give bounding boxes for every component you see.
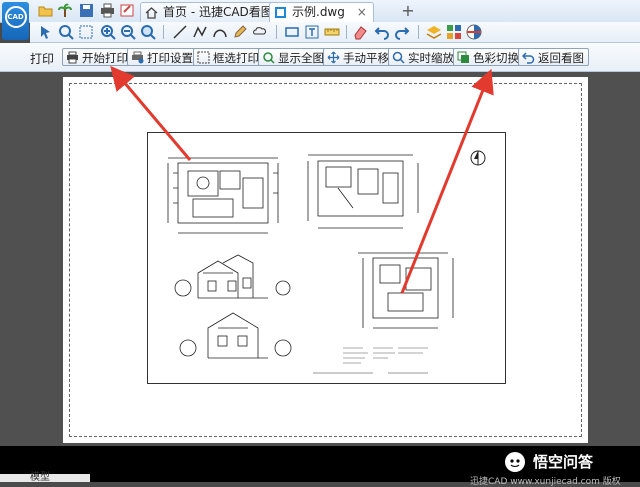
print-settings-label: 打印设置 [147,51,193,65]
building-elevation-2 [179,312,292,359]
text-tool-icon[interactable] [304,24,320,40]
return-to-view-button[interactable]: 返回看图 [518,48,589,66]
return-to-view-label: 返回看图 [538,51,584,65]
dwg-file-icon [275,7,286,18]
tab-dwg-label: 示例.dwg [292,5,345,19]
line-tool-icon[interactable] [172,24,188,40]
manual-pan-button[interactable]: 手动平移 [323,48,394,66]
new-tab-button[interactable]: + [399,2,417,20]
color-switch-icon [457,51,469,63]
print-toolbar: 打印 开始打印 打印设置 框选打印 显示全图 手动平移 实时缩放 色彩切换 返回… [0,43,640,72]
toolbar-separator [346,25,347,39]
redo-icon[interactable] [394,24,410,40]
show-full-drawing-label: 显示全图 [278,51,324,65]
website-text: 迅捷CAD www.xunjiecad.com 版权 [470,477,621,487]
realtime-zoom-button[interactable]: 实时缩放 [388,48,459,66]
zoom-window-icon[interactable] [58,24,74,40]
toolbar-separator [276,25,277,39]
wukong-logo-icon [505,452,525,472]
zoom-in-icon[interactable] [100,24,116,40]
title-bar: CAD 首页 - 迅捷CAD看图 示例.dwg × + [0,0,640,40]
layout-grid-icon[interactable] [446,24,462,40]
drawing-toolbar [30,22,640,43]
color-palette-icon[interactable] [466,24,482,40]
tab-home[interactable]: 首页 - 迅捷CAD看图 [140,2,280,22]
model-tab[interactable]: 模型 [0,472,90,483]
print-icon[interactable] [100,3,115,18]
start-print-label: 开始打印 [82,51,128,65]
cursor-select-icon[interactable] [38,24,54,40]
app-logo[interactable]: CAD [2,2,29,40]
watermark-text: 悟空问答 [533,453,594,471]
floor-plan-2 [307,154,419,229]
pencil-icon[interactable] [232,24,248,40]
printer-icon [67,51,78,64]
open-folder-icon[interactable] [38,3,53,18]
measure-icon[interactable] [324,24,340,40]
rectangle-tool-icon[interactable] [284,24,300,40]
cad-drawing-frame [147,132,506,384]
cloud-markup-icon[interactable] [252,24,268,40]
save-icon[interactable] [79,3,94,18]
eraser-icon[interactable] [352,24,368,40]
tab-home-label: 首页 - 迅捷CAD看图 [163,5,273,19]
model-tab-label: 模型 [30,472,50,483]
fit-all-icon [263,52,275,64]
building-elevation-1 [174,254,291,299]
color-switch-label: 色彩切换 [473,51,519,65]
zoom-extents-icon[interactable] [140,24,156,40]
toolbar-separator [163,25,164,39]
toolbar-separator [418,25,419,39]
print-settings-icon [132,51,144,64]
home-icon [145,7,158,19]
palm-tree-icon[interactable] [58,3,73,18]
box-select-print-label: 框选打印 [213,51,259,65]
floor-plan-3 [358,252,454,329]
watermark: 悟空问答 [505,451,593,473]
app-logo-text: CAD [4,6,27,28]
undo-icon[interactable] [374,24,390,40]
north-arrow-icon [470,150,486,166]
manual-pan-label: 手动平移 [343,51,389,65]
floor-plan-1 [167,157,279,234]
box-select-icon [197,51,210,64]
polyline-tool-icon[interactable] [192,24,208,40]
show-full-drawing-button[interactable]: 显示全图 [258,48,329,66]
zoom-icon [392,51,405,64]
print-section-title: 打印 [30,52,55,66]
select-box-icon[interactable] [78,24,94,40]
return-icon [522,52,535,64]
legend-table [343,347,428,364]
zoom-out-icon[interactable] [120,24,136,40]
close-icon[interactable]: × [357,5,367,19]
cad-drawing [167,150,486,374]
pan-icon [327,51,340,64]
color-switch-button[interactable]: 色彩切换 [453,48,524,66]
paper-sheet [63,77,588,443]
realtime-zoom-label: 实时缩放 [408,51,454,65]
arc-tool-icon[interactable] [212,24,228,40]
box-select-print-button[interactable]: 框选打印 [193,48,264,66]
export-icon[interactable] [120,3,135,18]
print-settings-button[interactable]: 打印设置 [127,48,198,66]
tab-dwg-file[interactable]: 示例.dwg × [269,2,374,22]
layers-icon[interactable] [426,24,442,40]
start-print-button[interactable]: 开始打印 [62,48,133,66]
print-preview-workspace[interactable] [0,72,640,446]
